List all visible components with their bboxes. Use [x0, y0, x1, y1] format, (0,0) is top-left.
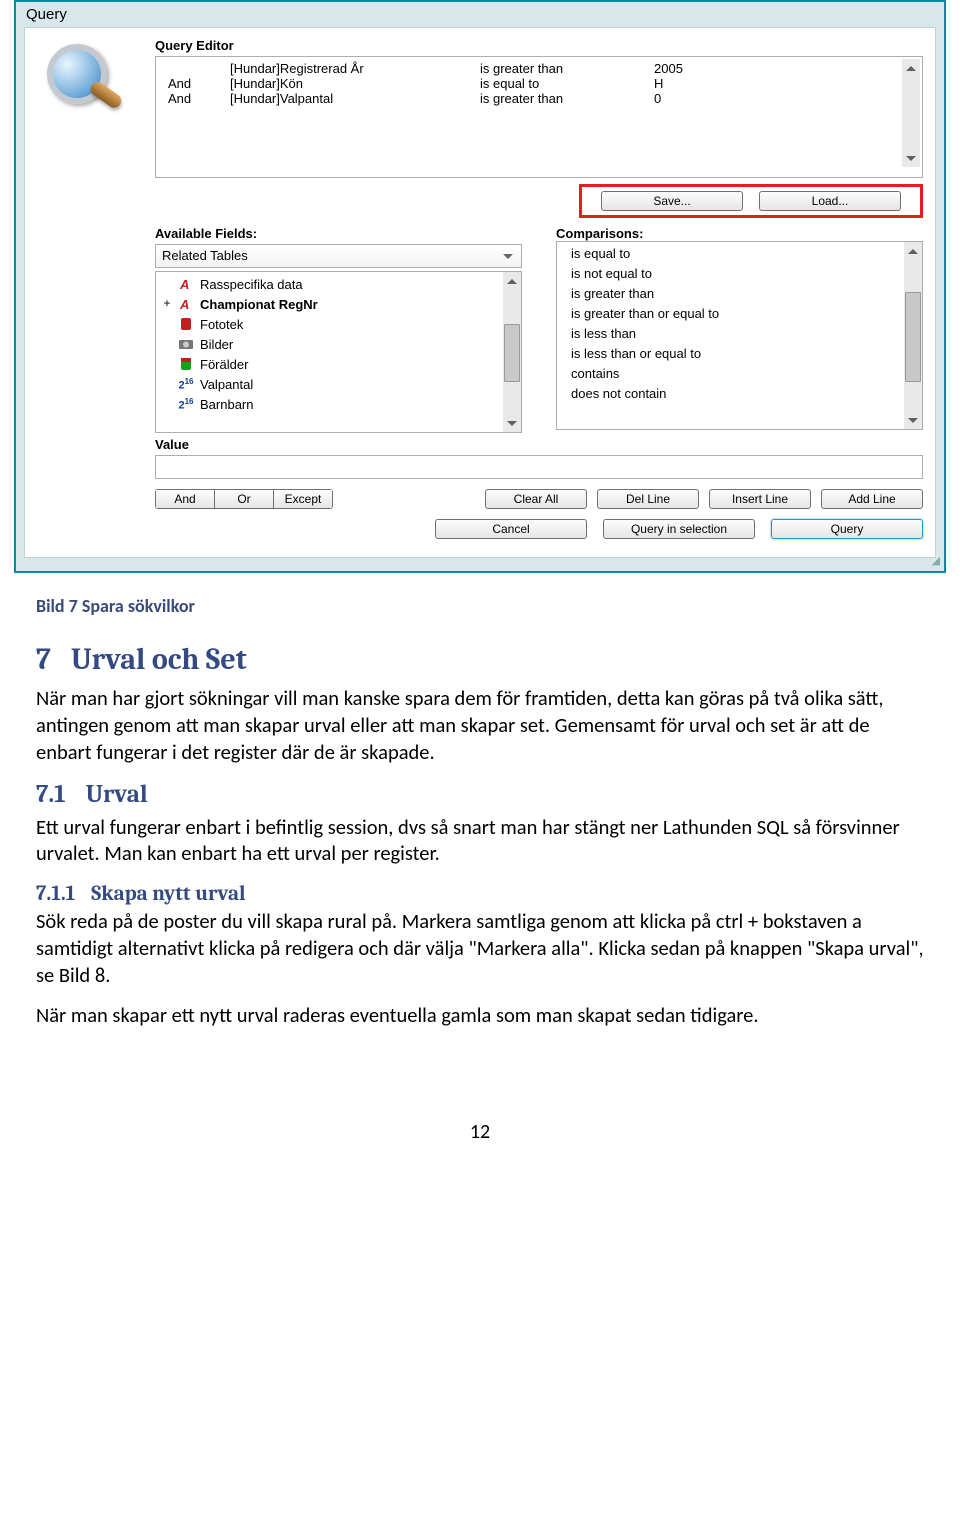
insert-line-button[interactable]: Insert Line [709, 489, 811, 509]
svg-text:A: A [179, 277, 189, 292]
load-button[interactable]: Load... [759, 191, 901, 211]
except-button[interactable]: Except [273, 489, 332, 509]
field-icon: 216 [178, 376, 194, 392]
cond-op: And [168, 76, 230, 91]
related-tables-combo[interactable]: Related Tables [155, 244, 522, 268]
cond-op: And [168, 91, 230, 106]
query-editor-label: Query Editor [155, 38, 923, 53]
field-item[interactable]: Förälder [162, 354, 521, 374]
value-label: Value [155, 437, 522, 452]
magnifier-icon [45, 42, 125, 122]
clear-all-button[interactable]: Clear All [485, 489, 587, 509]
fields-scrollbar[interactable] [503, 272, 521, 432]
field-item[interactable]: 216 Barnbarn [162, 394, 521, 414]
comparisons-scrollbar[interactable] [904, 242, 922, 429]
comparisons-label: Comparisons: [556, 226, 923, 241]
conditions-box[interactable]: [Hundar]Registrerad Åris greater than200… [155, 56, 923, 178]
h1-number: 7 [36, 640, 51, 679]
document-body: Bild 7 Spara sökvilkor 7 Urval och Set N… [0, 573, 960, 1185]
svg-text:A: A [179, 297, 189, 312]
query-in-selection-button[interactable]: Query in selection [603, 519, 755, 539]
cond-val: 2005 [654, 61, 754, 76]
heading-2: 7.1 Urval [36, 779, 924, 812]
and-button[interactable]: And [155, 489, 214, 509]
comparison-item[interactable]: is greater than or equal to [563, 304, 922, 324]
field-label: Valpantal [200, 377, 253, 392]
h3-text: Skapa nytt urval [91, 881, 245, 908]
cond-field: [Hundar]Kön [230, 76, 480, 91]
cond-val: H [654, 76, 754, 91]
comparison-item[interactable]: is equal to [563, 244, 922, 264]
figure-caption: Bild 7 Spara sökvilkor [36, 595, 924, 618]
save-button[interactable]: Save... [601, 191, 743, 211]
field-item[interactable]: Fototek [162, 314, 521, 334]
page-number: 12 [36, 1119, 924, 1145]
h1-text: Urval och Set [71, 640, 247, 679]
related-tables-value: Related Tables [162, 245, 248, 267]
field-icon: A [178, 276, 194, 292]
value-input[interactable] [155, 455, 923, 479]
or-button[interactable]: Or [214, 489, 273, 509]
cond-field: [Hundar]Registrerad År [230, 61, 480, 76]
field-icon [178, 316, 194, 332]
field-icon [178, 336, 194, 352]
paragraph: När man skapar ett nytt urval raderas ev… [36, 1002, 924, 1029]
save-load-highlight: Save... Load... [579, 184, 923, 218]
del-line-button[interactable]: Del Line [597, 489, 699, 509]
condition-row[interactable]: And[Hundar]Valpantalis greater than0 [168, 91, 916, 106]
field-item[interactable]: 216 Valpantal [162, 374, 521, 394]
condition-row[interactable]: [Hundar]Registrerad Åris greater than200… [168, 61, 916, 76]
heading-1: 7 Urval och Set [36, 640, 924, 679]
field-item[interactable]: + A Championat RegNr [162, 294, 521, 314]
query-button[interactable]: Query [771, 519, 923, 539]
conditions-scrollbar[interactable] [902, 59, 920, 167]
paragraph: Ett urval fungerar enbart i befintlig se… [36, 814, 924, 867]
add-line-button[interactable]: Add Line [821, 489, 923, 509]
paragraph: Sök reda på de poster du vill skapa rura… [36, 908, 924, 988]
cond-op [168, 61, 230, 76]
query-dialog: Query Query Editor [Hundar]Registrerad Å… [14, 0, 946, 573]
comparison-item[interactable]: is less than or equal to [563, 344, 922, 364]
expand-icon: + [162, 298, 172, 310]
comparison-item[interactable]: contains [563, 364, 922, 384]
cond-cmp: is equal to [480, 76, 654, 91]
resize-grip-icon[interactable]: ◢ [16, 554, 944, 567]
dialog-title: Query [16, 2, 944, 27]
field-icon: A [178, 296, 194, 312]
cond-field: [Hundar]Valpantal [230, 91, 480, 106]
cond-val: 0 [654, 91, 754, 106]
field-item[interactable]: A Rasspecifika data [162, 274, 521, 294]
available-fields-list[interactable]: A Rasspecifika data + A Championat RegNr Foto… [155, 271, 522, 433]
h2-text: Urval [86, 779, 148, 812]
field-label: Championat RegNr [200, 297, 318, 312]
chevron-down-icon [503, 254, 513, 259]
field-icon [178, 356, 194, 372]
available-fields-label: Available Fields: [155, 226, 522, 241]
comparison-item[interactable]: is greater than [563, 284, 922, 304]
cond-cmp: is greater than [480, 91, 654, 106]
heading-3: 7.1.1 Skapa nytt urval [36, 881, 924, 908]
logic-segment: And Or Except [155, 489, 333, 509]
comparisons-list[interactable]: is equal tois not equal tois greater tha… [556, 241, 923, 430]
field-label: Barnbarn [200, 397, 253, 412]
condition-row[interactable]: And[Hundar]Könis equal toH [168, 76, 916, 91]
cancel-button[interactable]: Cancel [435, 519, 587, 539]
comparison-item[interactable]: is less than [563, 324, 922, 344]
field-label: Fototek [200, 317, 243, 332]
field-label: Förälder [200, 357, 248, 372]
h2-number: 7.1 [36, 779, 66, 812]
field-label: Bilder [200, 337, 233, 352]
paragraph: När man har gjort sökningar vill man kan… [36, 685, 924, 765]
comparison-item[interactable]: does not contain [563, 384, 922, 404]
cond-cmp: is greater than [480, 61, 654, 76]
field-label: Rasspecifika data [200, 277, 303, 292]
field-icon: 216 [178, 396, 194, 412]
field-item[interactable]: Bilder [162, 334, 521, 354]
comparison-item[interactable]: is not equal to [563, 264, 922, 284]
h3-number: 7.1.1 [36, 881, 75, 908]
